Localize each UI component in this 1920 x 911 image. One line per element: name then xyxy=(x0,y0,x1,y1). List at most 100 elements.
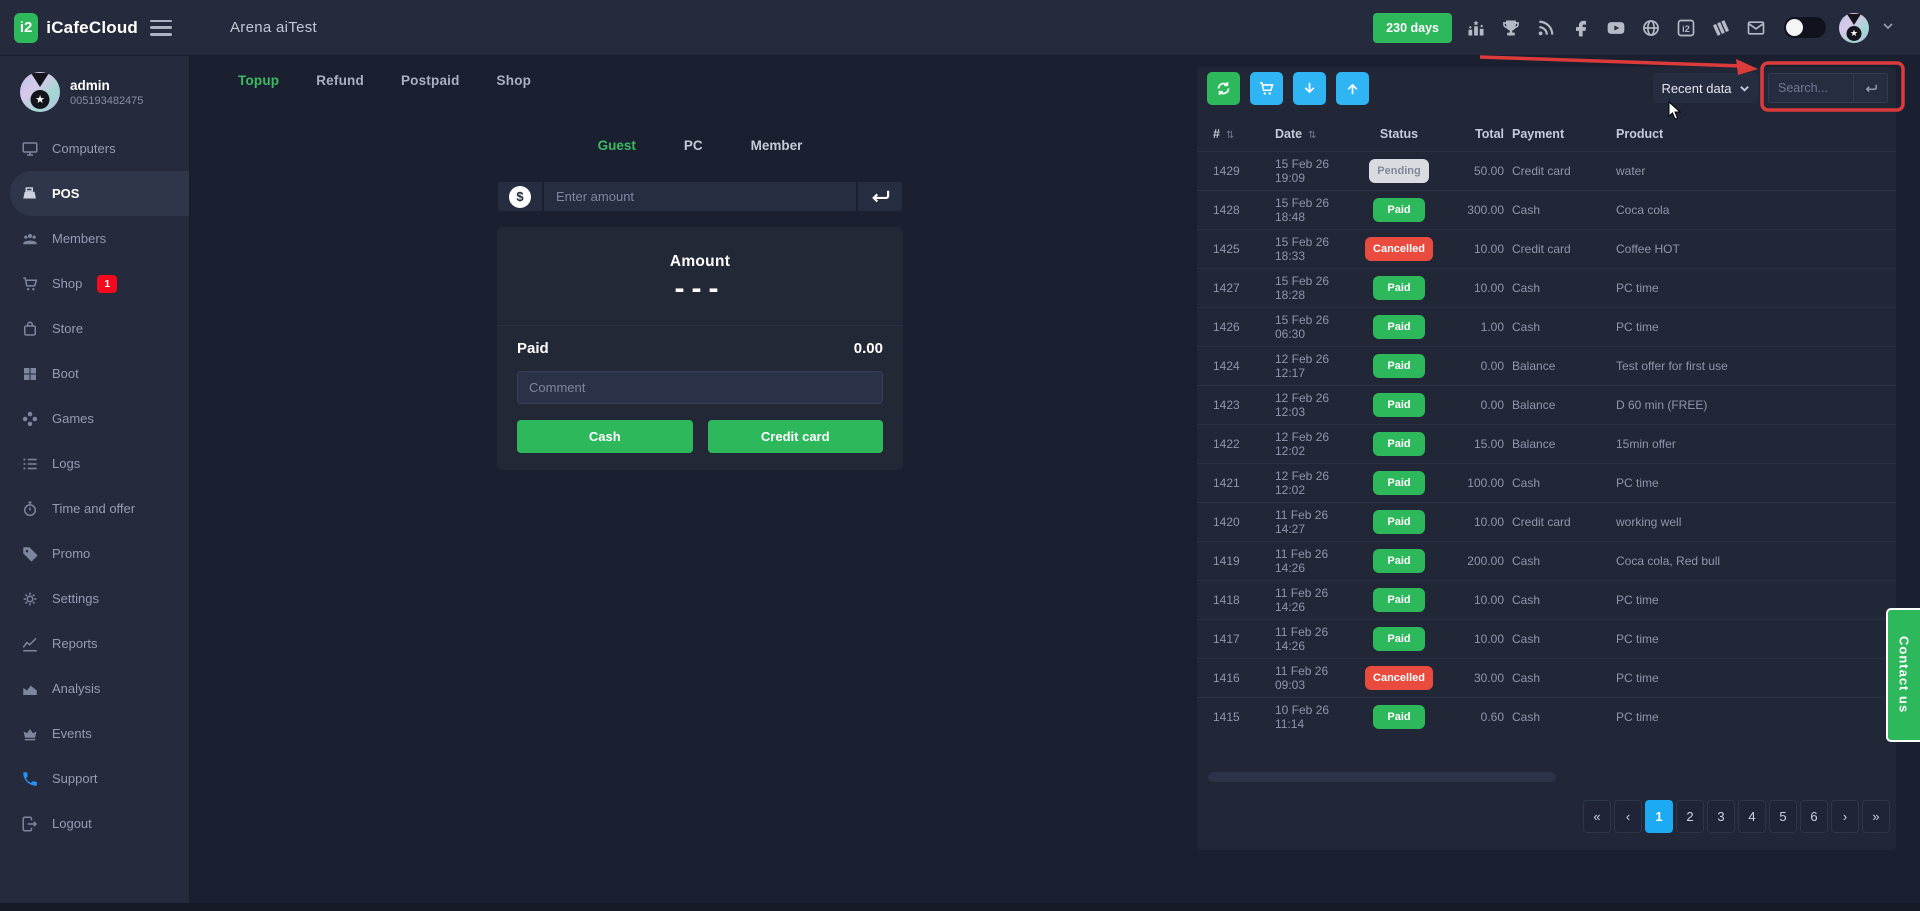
column-header-status: Status xyxy=(1360,127,1438,141)
sidebar-item-promo[interactable]: Promo xyxy=(0,531,189,576)
contact-us-label: Contact us xyxy=(1897,636,1912,713)
sidebar-item-settings[interactable]: Settings xyxy=(0,576,189,621)
leaderboard-icon[interactable] xyxy=(1465,17,1487,39)
page-2-button[interactable]: 2 xyxy=(1676,800,1704,833)
amount-enter-button[interactable] xyxy=(856,182,902,211)
horizontal-scrollbar[interactable] xyxy=(1208,772,1556,782)
cell-product: D 60 min (FREE) xyxy=(1616,398,1880,412)
sidebar-item-games[interactable]: Games xyxy=(0,396,189,441)
page-4-button[interactable]: 4 xyxy=(1738,800,1766,833)
column-header-date[interactable]: Date⇅ xyxy=(1275,127,1360,141)
layers-icon[interactable] xyxy=(1710,17,1732,39)
sidebar-item-pos[interactable]: POS xyxy=(10,171,189,216)
sidebar-item-logs[interactable]: Logs xyxy=(0,441,189,486)
column-header-id[interactable]: #⇅ xyxy=(1213,127,1275,141)
table-row[interactable]: 142515 Feb 26 18:33Cancelled10.00Credit … xyxy=(1197,229,1896,268)
cell-id: 1423 xyxy=(1213,398,1275,412)
rss-icon[interactable] xyxy=(1535,17,1557,39)
cash-button[interactable]: Cash xyxy=(517,420,693,453)
contact-us-button[interactable]: Contact us xyxy=(1886,608,1920,742)
pos-tab-topup[interactable]: Topup xyxy=(238,73,279,88)
page-6-button[interactable]: 6 xyxy=(1800,800,1828,833)
sidebar-item-members[interactable]: Members xyxy=(0,216,189,261)
pos-tab-shop[interactable]: Shop xyxy=(497,73,532,88)
pos-tab-postpaid[interactable]: Postpaid xyxy=(401,73,460,88)
last-page-button[interactable]: » xyxy=(1862,800,1890,833)
amount-entry-bar: $ xyxy=(497,181,903,212)
cart-icon xyxy=(21,275,39,293)
download-button[interactable] xyxy=(1293,72,1326,105)
table-row[interactable]: 142212 Feb 26 12:02Paid15.00Balance15min… xyxy=(1197,424,1896,463)
app-logo[interactable]: i2 iCafeCloud xyxy=(0,13,138,43)
table-row[interactable]: 142112 Feb 26 12:02Paid100.00CashPC time xyxy=(1197,463,1896,502)
user-profile-block[interactable]: ★ admin 005193482475 xyxy=(0,56,189,126)
status-badge: Paid xyxy=(1373,393,1425,417)
account-tab-pc[interactable]: PC xyxy=(684,138,703,153)
table-row[interactable]: 141811 Feb 26 14:26Paid10.00CashPC time xyxy=(1197,580,1896,619)
next-page-button[interactable]: › xyxy=(1831,800,1859,833)
sidebar-item-analysis[interactable]: Analysis xyxy=(0,666,189,711)
cell-date: 15 Feb 26 18:48 xyxy=(1275,196,1360,224)
cart-button[interactable] xyxy=(1250,72,1283,105)
upload-button[interactable] xyxy=(1336,72,1369,105)
cell-id: 1427 xyxy=(1213,281,1275,295)
sidebar-item-time-and-offer[interactable]: Time and offer xyxy=(0,486,189,531)
chevron-down-icon[interactable] xyxy=(1882,19,1894,37)
trophy-icon[interactable] xyxy=(1500,17,1522,39)
page-5-button[interactable]: 5 xyxy=(1769,800,1797,833)
sidebar-item-shop[interactable]: Shop1 xyxy=(0,261,189,306)
cell-status: Paid xyxy=(1360,510,1438,534)
menu-toggle-icon[interactable] xyxy=(150,20,172,36)
amount-input[interactable] xyxy=(544,182,856,211)
first-page-button[interactable]: « xyxy=(1583,800,1611,833)
icafe-icon[interactable]: i2 xyxy=(1675,17,1697,39)
table-row[interactable]: 141510 Feb 26 11:14Paid0.60CashPC time xyxy=(1197,697,1896,736)
comment-input[interactable] xyxy=(517,371,883,404)
table-row[interactable]: 141911 Feb 26 14:26Paid200.00CashCoca co… xyxy=(1197,541,1896,580)
table-row[interactable]: 142715 Feb 26 18:28Paid10.00CashPC time xyxy=(1197,268,1896,307)
cell-status: Paid xyxy=(1360,393,1438,417)
sidebar-item-reports[interactable]: Reports xyxy=(0,621,189,666)
members-icon xyxy=(21,230,39,248)
refresh-button[interactable] xyxy=(1207,72,1240,105)
facebook-icon[interactable] xyxy=(1570,17,1592,39)
table-row[interactable]: 141711 Feb 26 14:26Paid10.00CashPC time xyxy=(1197,619,1896,658)
cell-total: 15.00 xyxy=(1438,437,1504,451)
table-row[interactable]: 141611 Feb 26 09:03Cancelled30.00CashPC … xyxy=(1197,658,1896,697)
table-row[interactable]: 142815 Feb 26 18:48Paid300.00CashCoca co… xyxy=(1197,190,1896,229)
medal-icon: ★ xyxy=(31,90,50,109)
page-1-button[interactable]: 1 xyxy=(1645,800,1673,833)
cell-total: 10.00 xyxy=(1438,242,1504,256)
sidebar-item-computers[interactable]: Computers xyxy=(0,126,189,171)
cell-total: 10.00 xyxy=(1438,281,1504,295)
prev-page-button[interactable]: ‹ xyxy=(1614,800,1642,833)
sidebar-item-store[interactable]: Store xyxy=(0,306,189,351)
mail-icon[interactable] xyxy=(1745,17,1767,39)
account-tab-guest[interactable]: Guest xyxy=(598,138,636,153)
sidebar-item-events[interactable]: Events xyxy=(0,711,189,756)
sidebar-item-boot[interactable]: Boot xyxy=(0,351,189,396)
search-enter-button[interactable] xyxy=(1853,74,1887,102)
subscription-days-badge[interactable]: 230 days xyxy=(1373,13,1452,43)
table-row[interactable]: 142412 Feb 26 12:17Paid0.00BalanceTest o… xyxy=(1197,346,1896,385)
sidebar-item-logout[interactable]: Logout xyxy=(0,801,189,846)
cell-date: 11 Feb 26 14:27 xyxy=(1275,508,1360,536)
user-avatar[interactable]: ★ xyxy=(1839,13,1869,43)
youtube-icon[interactable] xyxy=(1605,17,1627,39)
table-row[interactable]: 142312 Feb 26 12:03Paid0.00BalanceD 60 m… xyxy=(1197,385,1896,424)
table-row[interactable]: 142011 Feb 26 14:27Paid10.00Credit cardw… xyxy=(1197,502,1896,541)
theme-toggle[interactable] xyxy=(1784,17,1826,38)
table-row[interactable]: 142915 Feb 26 19:09Pending50.00Credit ca… xyxy=(1197,151,1896,190)
cell-date: 11 Feb 26 14:26 xyxy=(1275,547,1360,575)
paid-label: Paid xyxy=(517,340,549,357)
sort-icon: ⇅ xyxy=(1226,130,1234,141)
globe-icon[interactable] xyxy=(1640,17,1662,39)
pos-tab-refund[interactable]: Refund xyxy=(316,73,364,88)
search-input[interactable] xyxy=(1769,74,1853,102)
page-3-button[interactable]: 3 xyxy=(1707,800,1735,833)
account-tab-member[interactable]: Member xyxy=(751,138,803,153)
table-row[interactable]: 142615 Feb 26 06:30Paid1.00CashPC time xyxy=(1197,307,1896,346)
sidebar-item-support[interactable]: Support xyxy=(0,756,189,801)
credit-card-button[interactable]: Credit card xyxy=(708,420,884,453)
data-range-dropdown[interactable]: Recent data xyxy=(1653,73,1758,103)
